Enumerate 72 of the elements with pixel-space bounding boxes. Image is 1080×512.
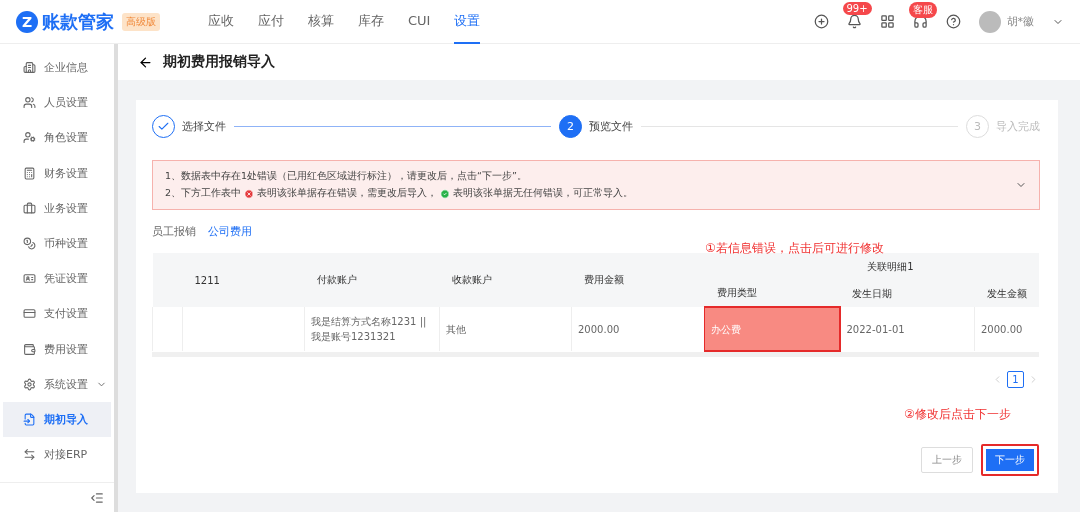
back-button[interactable]: 上一步 xyxy=(921,447,973,473)
collapse-sidebar-icon[interactable] xyxy=(90,490,104,505)
table-cell[interactable]: 我是结算方式名称1231 || 我是账号1231321 xyxy=(304,307,440,351)
user-name[interactable]: 胡*徽 xyxy=(1006,14,1034,29)
app-logo: Z xyxy=(16,10,38,33)
success-icon xyxy=(440,188,451,199)
menu-item-icon xyxy=(23,201,36,215)
sidebar-item[interactable]: 业务设置 xyxy=(3,190,111,226)
edition-tag: 高级版 xyxy=(122,12,160,31)
back-icon[interactable] xyxy=(138,54,153,70)
column-header: 1211 xyxy=(182,253,305,307)
notification-badge: 99+ xyxy=(842,2,872,15)
step-label: 预览文件 xyxy=(589,118,633,134)
notification-icon[interactable] xyxy=(846,14,862,29)
add-icon[interactable] xyxy=(813,14,829,29)
sheet-tab[interactable]: 公司费用 xyxy=(208,224,252,239)
column-header: 发生金额 xyxy=(974,280,1039,307)
alert-text: 1、数据表中存在1处错误（已用红色区域进行标注），请更改后，点击“下一步”。 xyxy=(165,170,527,183)
alert-text: 表明该张单据无任何错误，可正常导入。 xyxy=(453,187,634,200)
app-name: 账款管家 xyxy=(42,9,114,34)
help-icon[interactable] xyxy=(945,14,961,29)
sidebar-item[interactable]: 财务设置 xyxy=(3,155,111,191)
table-cell[interactable]: 2000.00 xyxy=(571,307,705,351)
sidebar-item[interactable]: 支付设置 xyxy=(3,296,111,332)
sheet-tab[interactable]: 员工报销 xyxy=(152,224,196,239)
next-button[interactable]: 下一步 xyxy=(981,444,1039,476)
nav-tab[interactable]: CUI xyxy=(408,0,431,44)
page-title: 期初费用报销导入 xyxy=(163,53,275,71)
menu-item-icon xyxy=(23,377,36,391)
step-label: 选择文件 xyxy=(182,118,226,134)
sidebar-item[interactable]: 人员设置 xyxy=(3,85,111,121)
sidebar-item[interactable]: 企业信息 xyxy=(3,50,111,86)
column-header: 收款账户 xyxy=(439,253,572,307)
user-avatar[interactable] xyxy=(978,10,1001,33)
page-number[interactable]: 1 xyxy=(1007,371,1024,388)
annotation-text: ②修改后点击下一步 xyxy=(904,406,1011,423)
error-icon xyxy=(244,188,255,199)
sidebar-item[interactable]: 费用设置 xyxy=(3,331,111,367)
sidebar-item[interactable]: 凭证设置 xyxy=(3,261,111,297)
menu-item-icon xyxy=(23,131,36,145)
sidebar-item[interactable]: 角色设置 xyxy=(3,120,111,156)
sidebar-item[interactable]: 对接ERP xyxy=(3,437,111,473)
menu-item-icon xyxy=(23,96,36,110)
grid-icon[interactable] xyxy=(879,14,895,29)
sidebar-item[interactable]: 币种设置 xyxy=(3,225,111,262)
nav-tab[interactable]: 应付 xyxy=(258,0,284,44)
menu-item-icon xyxy=(23,342,36,356)
table-cell[interactable]: 2000.00 xyxy=(974,307,1039,351)
alert-text: 表明该张单据存在错误，需更改后导入， xyxy=(257,187,438,200)
table-cell[interactable]: 其他 xyxy=(439,307,572,351)
alert-text: 2、下方工作表中 xyxy=(165,187,242,200)
menu-item-icon xyxy=(23,237,36,251)
menu-item-icon xyxy=(23,61,36,75)
column-header: 付款账户 xyxy=(304,253,440,307)
column-group-header: 关联明细1 xyxy=(704,253,1039,280)
menu-item-icon xyxy=(23,272,36,286)
table-cell[interactable]: 2022-01-01 xyxy=(839,307,975,351)
sidebar-item[interactable]: 系统设置 xyxy=(3,366,111,402)
step-indicator: 3 xyxy=(966,114,989,138)
nav-tab[interactable]: 核算 xyxy=(308,0,334,44)
column-header: 发生日期 xyxy=(839,280,975,307)
nav-tab[interactable]: 库存 xyxy=(358,0,384,44)
menu-item-icon xyxy=(23,448,36,462)
step-indicator: 2 xyxy=(559,114,582,138)
column-header: 费用类型 xyxy=(704,280,840,307)
menu-item-icon xyxy=(23,166,36,180)
menu-item-icon xyxy=(23,307,36,321)
sidebar-item[interactable]: 期初导入 xyxy=(3,401,111,438)
menu-item-icon xyxy=(23,412,36,426)
service-badge: 客服 xyxy=(908,2,937,18)
nav-tab[interactable]: 应收 xyxy=(208,0,234,44)
column-header: 费用金额 xyxy=(571,253,705,307)
